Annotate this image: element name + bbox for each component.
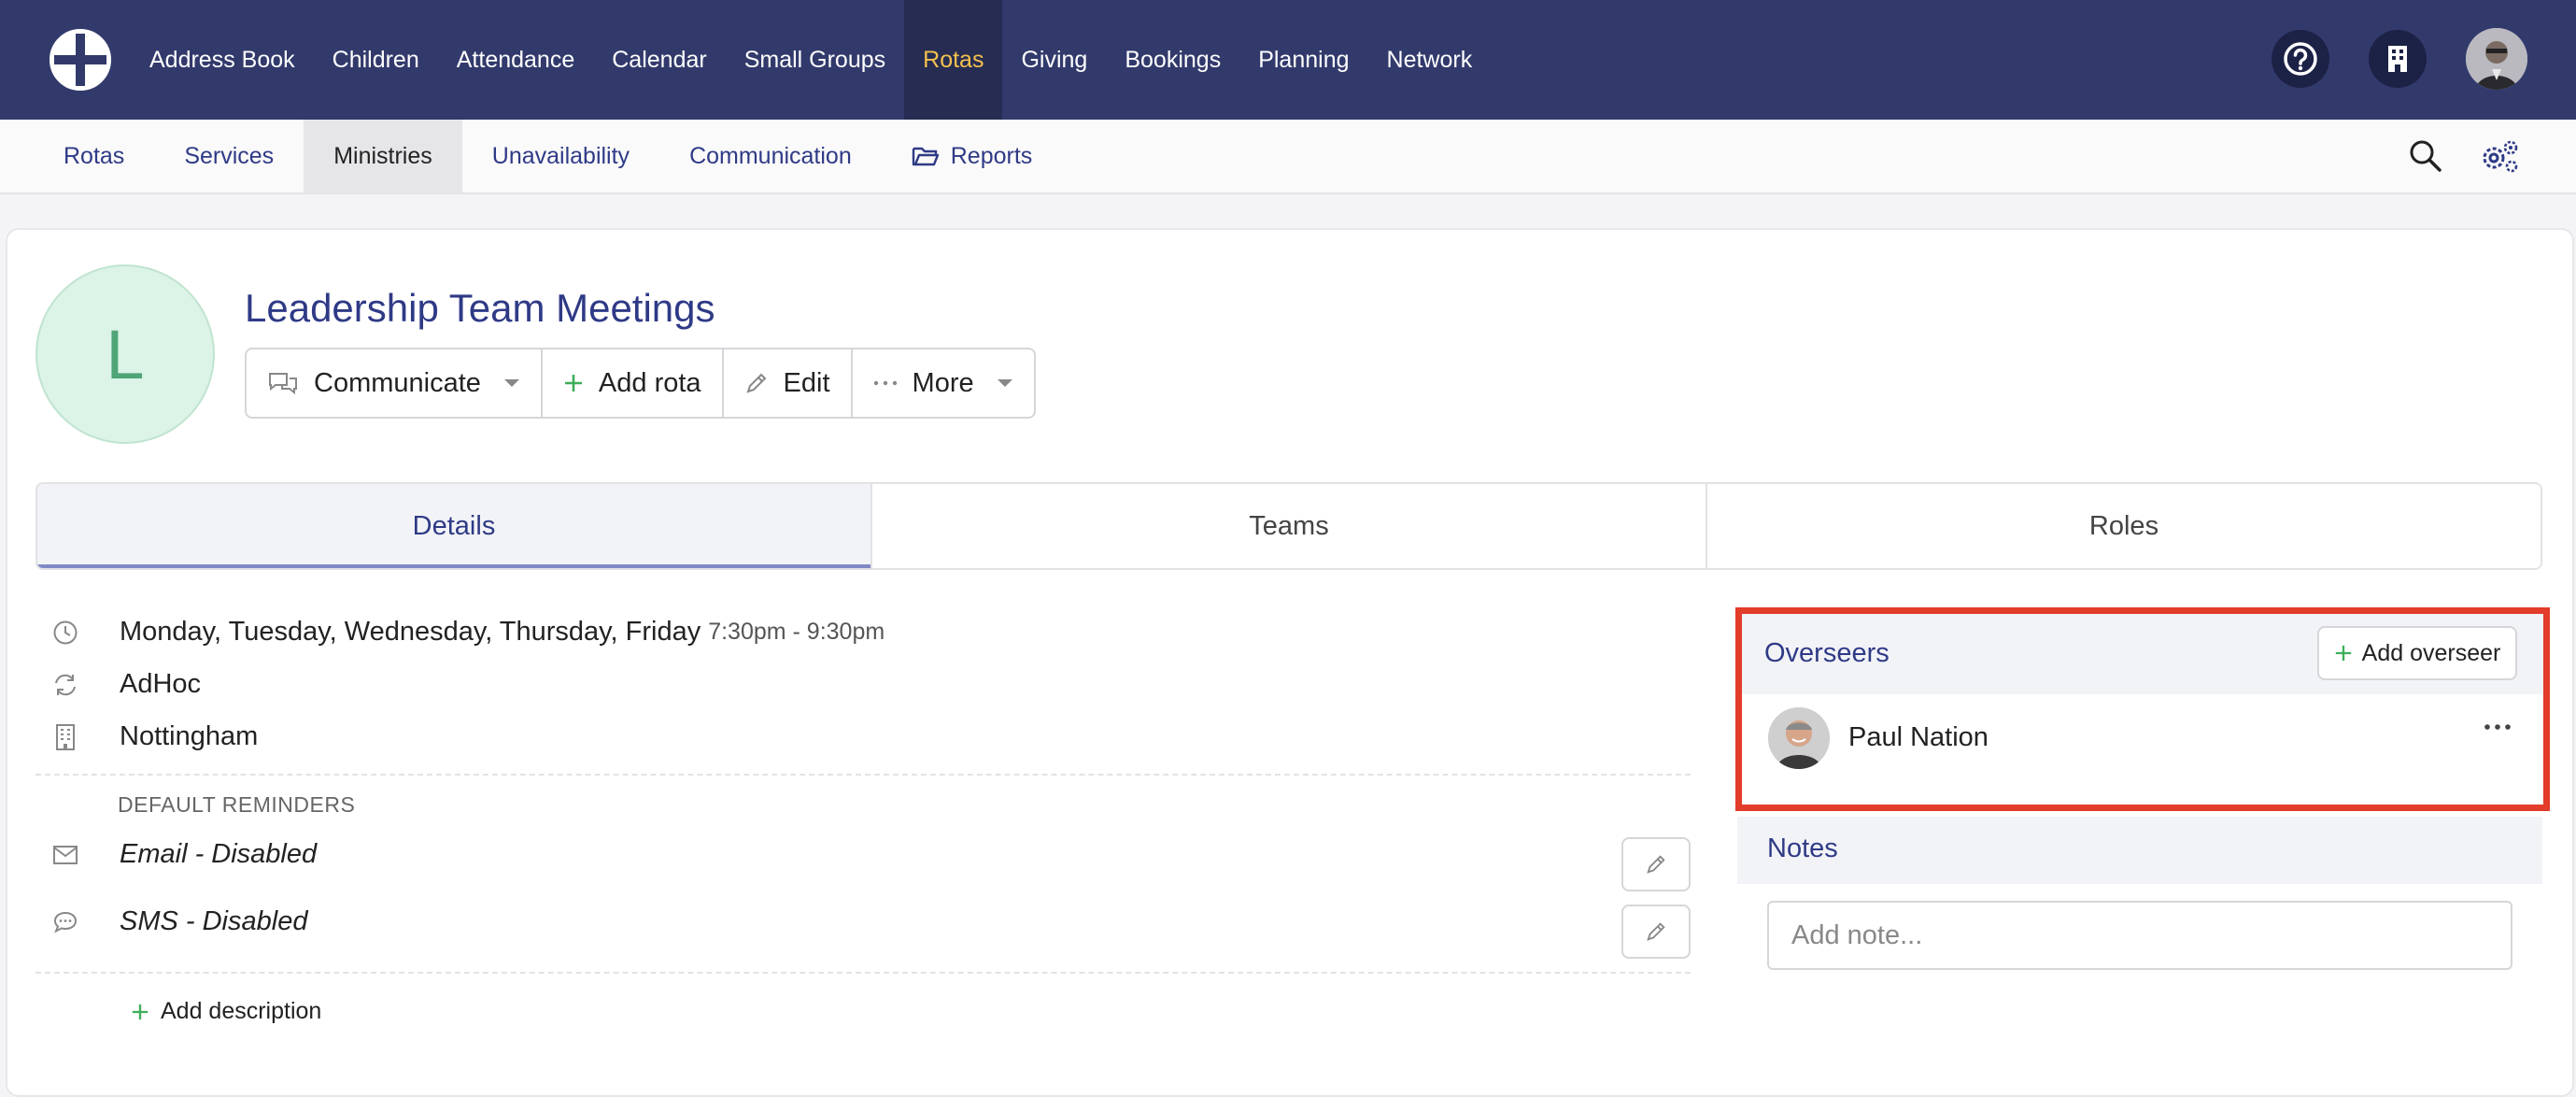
subnav-reports-label: Reports (950, 142, 1033, 169)
schedule-days: Monday, Tuesday, Wednesday, Thursday, Fr… (120, 617, 701, 647)
ministry-avatar: L (35, 264, 215, 444)
frequency-value: AdHoc (120, 669, 202, 699)
more-button[interactable]: More (853, 349, 1034, 417)
tab-details[interactable]: Details (37, 484, 872, 568)
building-icon (2388, 46, 2407, 72)
envelope-icon (53, 845, 78, 864)
overseers-header: Overseers Add overseer (1742, 614, 2543, 694)
email-reminder-row: Email - Disabled (49, 839, 317, 870)
subnav-ministries[interactable]: Ministries (304, 120, 462, 192)
divider (35, 774, 1691, 776)
location-row: Nottingham (49, 721, 258, 752)
nav-address-book[interactable]: Address Book (131, 0, 314, 120)
nav-planning[interactable]: Planning (1239, 0, 1367, 120)
plus-icon (2335, 645, 2351, 662)
pencil-icon (745, 373, 766, 393)
app-logo-icon[interactable] (49, 28, 112, 92)
sms-reminder-status: SMS - Disabled (120, 906, 308, 936)
default-reminders-label: DEFAULT REMINDERS (118, 792, 356, 817)
refresh-icon (55, 674, 76, 695)
nav-small-groups[interactable]: Small Groups (726, 0, 904, 120)
sms-reminder-row: SMS - Disabled (49, 906, 307, 937)
overseers-title: Overseers (1764, 638, 1890, 668)
edit-email-reminder-button[interactable] (1621, 837, 1691, 891)
user-photo-icon (2466, 28, 2527, 90)
action-button-group: Communicate Add rota Edit More (245, 348, 1036, 419)
search-icon[interactable] (2408, 138, 2443, 174)
overseer-avatar[interactable] (1768, 707, 1830, 769)
notes-title: Notes (1767, 833, 1838, 863)
plus-icon (564, 375, 582, 392)
add-rota-label: Add rota (598, 367, 701, 398)
divider (35, 972, 1691, 974)
communicate-label: Communicate (314, 367, 481, 398)
nav-bookings[interactable]: Bookings (1106, 0, 1239, 120)
chat-bubbles-icon (269, 373, 297, 395)
plus-icon (132, 1004, 149, 1019)
user-avatar[interactable] (2466, 28, 2527, 90)
more-label: More (912, 367, 974, 398)
help-icon (2284, 42, 2317, 76)
add-overseer-label: Add overseer (2361, 639, 2501, 666)
pencil-icon (1647, 855, 1665, 874)
add-overseer-button[interactable]: Add overseer (2317, 626, 2517, 680)
pencil-icon (1647, 922, 1665, 941)
subnav-reports[interactable]: Reports (882, 120, 1063, 192)
organisation-button[interactable] (2369, 30, 2427, 88)
settings-icon[interactable] (2479, 138, 2520, 174)
sub-navigation-bar: Rotas Services Ministries Unavailability… (0, 120, 2576, 194)
schedule-time: 7:30pm - 9:30pm (708, 619, 885, 645)
overseers-panel: Overseers Add overseer Paul Nation (1735, 607, 2550, 811)
edit-sms-reminder-button[interactable] (1621, 905, 1691, 959)
communicate-button[interactable]: Communicate (247, 349, 543, 417)
location-value: Nottingham (120, 721, 259, 751)
nav-giving[interactable]: Giving (1002, 0, 1106, 120)
subnav-services[interactable]: Services (154, 120, 304, 192)
tab-roles[interactable]: Roles (1707, 484, 2541, 568)
add-description-label: Add description (161, 998, 322, 1024)
tab-teams[interactable]: Teams (872, 484, 1707, 568)
email-reminder-status: Email - Disabled (120, 839, 318, 869)
nav-attendance[interactable]: Attendance (438, 0, 594, 120)
nav-children[interactable]: Children (314, 0, 438, 120)
nav-calendar[interactable]: Calendar (593, 0, 725, 120)
add-rota-button[interactable]: Add rota (543, 349, 724, 417)
subnav-unavailability[interactable]: Unavailability (462, 120, 659, 192)
ministry-tabs: Details Teams Roles (35, 482, 2542, 570)
overseer-name[interactable]: Paul Nation (1848, 722, 1989, 753)
page-title: Leadership Team Meetings (245, 286, 715, 330)
person-photo-icon (1768, 707, 1830, 769)
caret-down-icon (503, 379, 519, 387)
speech-bubble-icon (53, 911, 78, 933)
overseer-options-icon[interactable] (2484, 722, 2512, 732)
folder-open-icon (912, 147, 939, 166)
frequency-row: AdHoc (49, 669, 201, 700)
add-description-link[interactable]: Add description (131, 998, 321, 1025)
top-navigation-bar: Address Book Children Attendance Calenda… (0, 0, 2576, 120)
clock-icon (53, 620, 78, 644)
ellipsis-icon (873, 380, 897, 386)
edit-button[interactable]: Edit (724, 349, 853, 417)
help-button[interactable] (2272, 30, 2329, 88)
caret-down-icon (997, 379, 1012, 387)
subnav-rotas[interactable]: Rotas (34, 120, 154, 192)
subnav-communication[interactable]: Communication (659, 120, 882, 192)
edit-label: Edit (783, 367, 830, 398)
schedule-row: Monday, Tuesday, Wednesday, Thursday, Fr… (49, 617, 885, 648)
nav-network[interactable]: Network (1368, 0, 1492, 120)
notes-input[interactable] (1767, 901, 2512, 970)
building-icon (56, 723, 75, 750)
notes-header: Notes (1737, 817, 2542, 884)
nav-rotas[interactable]: Rotas (904, 0, 1003, 120)
